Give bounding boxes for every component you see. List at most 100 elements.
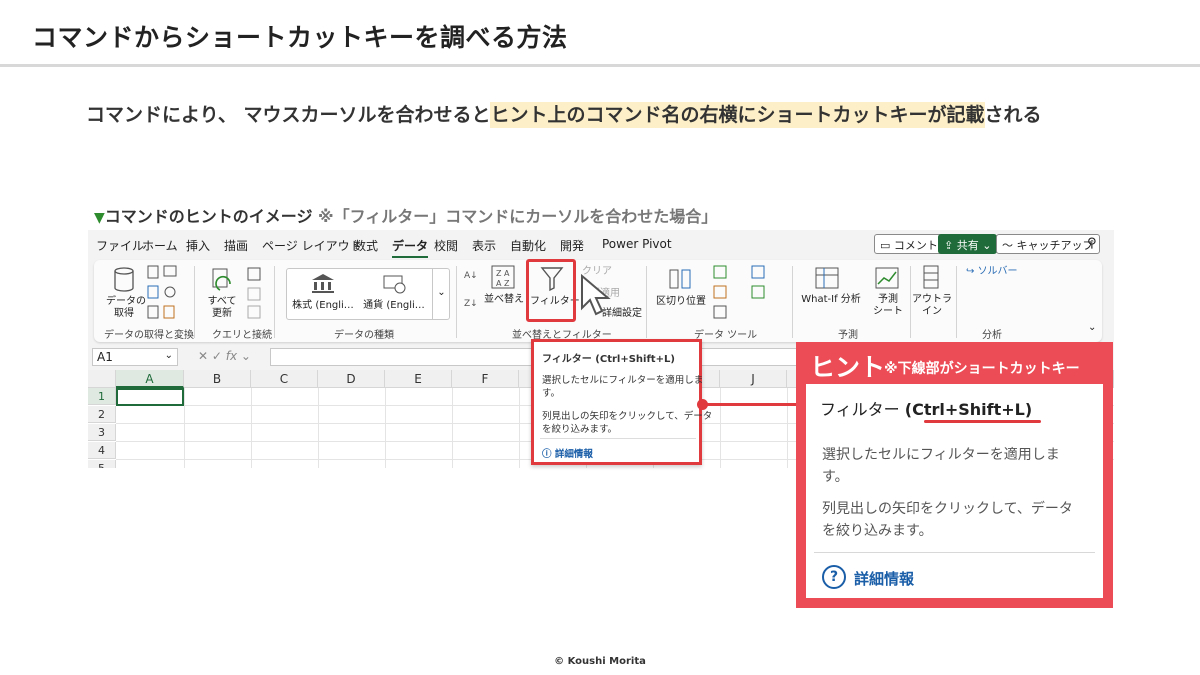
title-divider <box>0 64 1200 67</box>
lead-text: コマンドにより、 マウスカーソルを合わせるとヒント上のコマンド名の右横にショート… <box>86 100 1042 128</box>
person-search-icon[interactable]: ⚲ <box>1082 234 1102 254</box>
row-header[interactable]: 5 <box>88 460 116 468</box>
column-header[interactable]: F <box>452 370 519 388</box>
tab-automate[interactable]: 自動化 <box>510 237 546 254</box>
text-to-columns-button[interactable]: 区切り位置 <box>656 296 706 308</box>
hint-card: フィルター (Ctrl+Shift+L) 選択したセルにフィルターを適用しま す… <box>806 384 1103 598</box>
shortcut-underline <box>924 420 1041 423</box>
select-all-corner[interactable] <box>88 370 116 388</box>
what-if-button[interactable]: What-If 分析 <box>798 294 864 306</box>
get-data-button[interactable]: データの 取得 <box>106 296 146 320</box>
hint-title: フィルター (Ctrl+Shift+L) <box>820 400 1033 419</box>
refresh-all-icon <box>212 268 231 291</box>
caption-note: ※「フィルター」コマンドにカーソルを合わせた場合」 <box>318 207 718 226</box>
group-data-types: データの種類 <box>334 330 394 341</box>
help-question-icon: ? <box>822 565 846 589</box>
row-header[interactable]: 4 <box>88 442 116 459</box>
hint-more-link[interactable]: 詳細情報 <box>854 568 914 589</box>
caption-main: コマンドのヒントのイメージ <box>104 207 313 226</box>
tooltip-line: を絞り込みます。 <box>542 424 618 435</box>
hint-paragraph: す。 <box>822 469 849 485</box>
forecast-sheet-icon <box>875 267 899 289</box>
svg-text:A Z: A Z <box>496 279 510 288</box>
tab-data[interactable]: データ <box>392 237 429 258</box>
sort-az-icon[interactable]: A↓ Z↓ <box>464 266 480 316</box>
hint-callout: ヒント ※下線部がショートカットキー フィルター (Ctrl+Shift+L) … <box>796 342 1113 608</box>
group-analysis: 分析 <box>982 330 1002 341</box>
slide-title: コマンドからショートカットキーを調べる方法 <box>32 23 568 52</box>
column-header[interactable]: D <box>318 370 385 388</box>
column-header[interactable]: E <box>385 370 452 388</box>
row-header[interactable]: 2 <box>88 406 116 423</box>
lead-highlight: ヒント上のコマンド名の右横にショートカットキーが記載 <box>490 102 985 128</box>
column-header[interactable]: C <box>251 370 318 388</box>
group-forecast: 予測 <box>838 330 858 341</box>
hint-paragraph: 列見出しの矢印をクリックして、データ <box>822 501 1073 517</box>
callout-connector <box>702 403 798 406</box>
group-data-tools: データ ツール <box>694 330 758 341</box>
callout-dot <box>697 399 708 410</box>
data-tools-small-icons <box>713 265 765 319</box>
bank-icon <box>312 274 334 293</box>
svg-text:Z A: Z A <box>496 269 510 278</box>
tab-draw[interactable]: 描画 <box>224 237 248 254</box>
tab-developer[interactable]: 開発 <box>560 237 584 254</box>
row-header[interactable]: 3 <box>88 424 116 441</box>
caption-triangle-icon: ▼ <box>94 210 105 226</box>
gallery-expand-icon[interactable]: ⌄ <box>432 268 450 320</box>
image-caption: ▼コマンドのヒントのイメージ ※「フィルター」コマンドにカーソルを合わせた場合」 <box>94 203 717 227</box>
sort-icon: Z AA Z <box>491 265 515 289</box>
formula-controls[interactable]: ✕ ✓ fx ⌄ <box>198 349 251 363</box>
share-button[interactable]: ⇪ 共有 ⌄ <box>938 234 998 254</box>
tooltip-title: フィルター (Ctrl+Shift+L) <box>542 354 675 365</box>
hint-note: ※下線部がショートカットキー <box>884 361 1080 377</box>
selected-cell-a1[interactable] <box>116 388 184 406</box>
tab-file[interactable]: ファイル <box>96 237 144 254</box>
outline-icon <box>923 265 939 289</box>
tooltip-line: 選択したセルにフィルターを適用しま <box>542 375 704 386</box>
forecast-sheet-button[interactable]: 予測 シート <box>872 294 904 318</box>
currency-data-type[interactable]: 通貨 (Engli… <box>358 300 430 312</box>
ribbon-collapse-icon[interactable]: ⌄ <box>1088 322 1096 334</box>
tab-formulas[interactable]: 数式 <box>354 237 378 254</box>
hint-heading: ヒント <box>810 353 886 382</box>
tab-page-layout[interactable]: ページ レイアウト <box>262 237 362 254</box>
tab-view[interactable]: 表示 <box>472 237 496 254</box>
hint-shortcut: (Ctrl+Shift+L) <box>904 400 1033 419</box>
lead-plain: コマンドにより、 マウスカーソルを合わせると <box>86 104 491 126</box>
tooltip-line: す。 <box>542 388 561 399</box>
what-if-icon <box>815 267 839 289</box>
comment-button[interactable]: ▭ コメント <box>874 234 944 254</box>
tooltip-more-link[interactable]: ⓘ 詳細情報 <box>542 446 593 460</box>
name-box[interactable]: A1 ⌄ <box>92 348 178 366</box>
refresh-all-button[interactable]: すべて 更新 <box>206 296 238 320</box>
svg-text:A↓: A↓ <box>464 271 478 281</box>
column-header[interactable]: A <box>116 370 184 388</box>
tab-insert[interactable]: 挿入 <box>186 237 210 254</box>
ribbon-tabs: ファイル ホーム 挿入 描画 ページ レイアウト 数式 データ 校閲 表示 自動… <box>88 230 1114 258</box>
column-header[interactable]: J <box>720 370 787 388</box>
queries-small-icons <box>247 267 261 319</box>
svg-text:Z↓: Z↓ <box>464 299 478 309</box>
filter-highlight-box <box>526 259 576 322</box>
currency-icon <box>383 275 406 294</box>
hint-paragraph: を絞り込みます。 <box>822 523 933 539</box>
tab-home[interactable]: ホーム <box>142 237 178 254</box>
filter-tooltip: フィルター (Ctrl+Shift+L) 選択したセルにフィルターを適用しま す… <box>531 339 712 465</box>
outline-button[interactable]: アウトラ イン <box>912 294 952 318</box>
row-header[interactable]: 1 <box>88 388 116 405</box>
stock-data-type[interactable]: 株式 (Engli… <box>290 300 356 312</box>
group-queries: クエリと接続 <box>212 330 272 341</box>
sort-button[interactable]: 並べ替え <box>484 294 524 306</box>
tab-review[interactable]: 校閲 <box>434 237 458 254</box>
text-to-columns-icon <box>669 269 691 289</box>
tooltip-line: 列見出しの矢印をクリックして、データ <box>542 411 713 422</box>
tab-power-pivot[interactable]: Power Pivot <box>602 237 672 251</box>
get-transform-small-icons <box>147 265 177 319</box>
database-icon <box>114 267 134 292</box>
column-header[interactable]: B <box>184 370 251 388</box>
lead-tail: される <box>984 104 1042 126</box>
solver-button[interactable]: ↪ ソルバー <box>966 266 1018 278</box>
mouse-pointer-icon <box>581 274 611 316</box>
hint-paragraph: 選択したセルにフィルターを適用しま <box>822 447 1060 463</box>
